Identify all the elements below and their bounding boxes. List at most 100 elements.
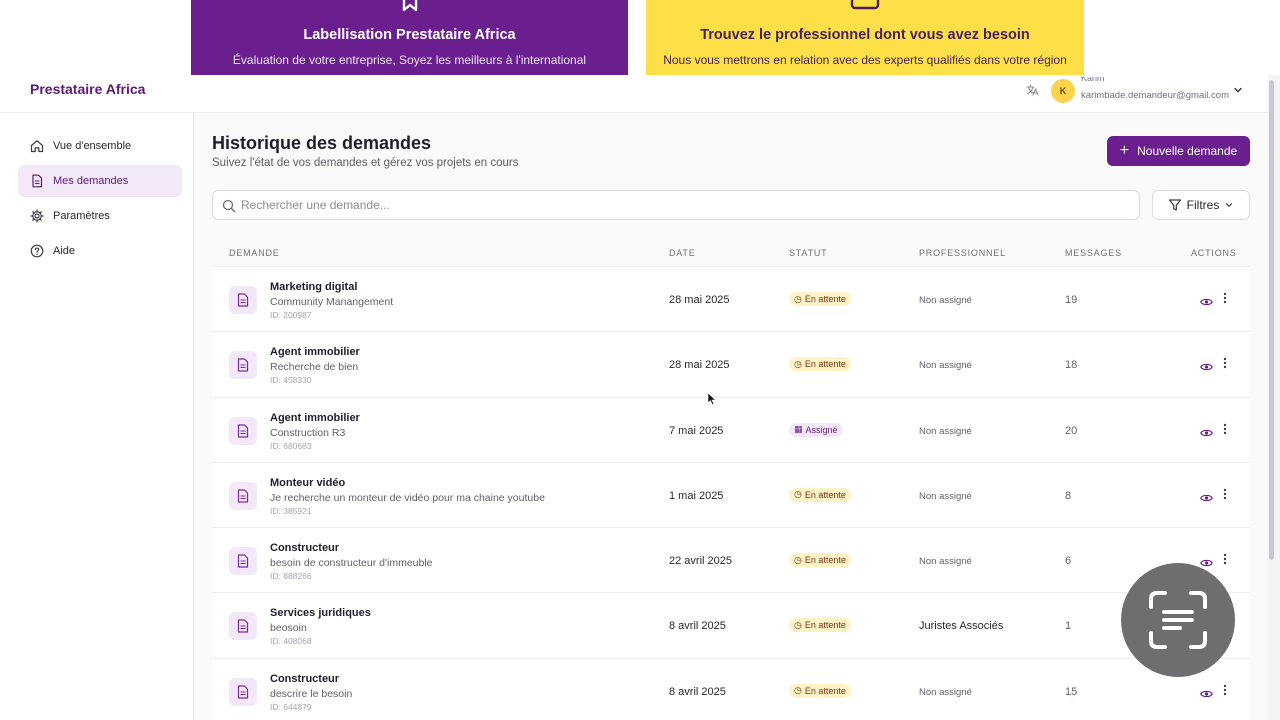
request-description: Je recherche un monteur de vidéo pour ma…	[270, 491, 545, 504]
gear-icon	[30, 209, 44, 223]
request-id: ID: 200987	[270, 310, 312, 320]
request-date: 22 avril 2025	[669, 555, 732, 568]
scan-text-button[interactable]	[1121, 563, 1235, 677]
request-date: 7 mai 2025	[669, 424, 724, 437]
sidebar-item-requests[interactable]: Mes demandes	[18, 165, 182, 197]
professional-name: Non assigné	[919, 686, 972, 698]
more-options-icon[interactable]	[1223, 356, 1227, 374]
view-icon[interactable]	[1200, 686, 1213, 704]
request-id: ID: 680683	[270, 440, 312, 451]
labellisation-banner[interactable]: Labellisation Prestataire Africa Évaluat…	[191, 0, 628, 75]
clock-icon: ◷	[794, 358, 802, 369]
request-id: ID: 888266	[270, 571, 312, 582]
column-header: Statut	[789, 248, 828, 258]
main-content: Historique des demandes Suivez l'état de…	[194, 113, 1268, 720]
user-check-icon: ▦	[794, 424, 803, 435]
request-title[interactable]: Constructeur	[270, 542, 339, 554]
request-title[interactable]: Agent immobilier	[270, 346, 360, 358]
message-count: 19	[1065, 294, 1078, 306]
message-count: 1	[1065, 620, 1072, 633]
sidebar-item-help[interactable]: Aide	[18, 235, 182, 267]
request-date: 28 mai 2025	[669, 294, 730, 306]
request-date: 1 mai 2025	[669, 489, 724, 502]
mouse-cursor-icon	[707, 392, 717, 405]
new-request-button[interactable]: + Nouvelle demande	[1107, 136, 1250, 166]
request-id: ID: 458330	[270, 375, 312, 386]
translate-icon[interactable]	[1024, 82, 1040, 103]
request-date: 28 mai 2025	[669, 359, 730, 372]
request-description: Recherche de bien	[270, 361, 359, 374]
help-icon	[30, 244, 44, 258]
more-options-icon[interactable]	[1223, 487, 1227, 505]
table-row[interactable]: Services juridiques beosoin ID: 408068 8 av…	[212, 593, 1250, 659]
banner-title: Labellisation Prestataire Africa	[303, 27, 516, 43]
document-icon	[229, 677, 257, 706]
status-badge: ◷ En attente	[789, 292, 851, 306]
app-header: Prestataire Africa K Karim karimbade.dem…	[0, 75, 1268, 113]
table-row[interactable]: Agent immobilier Construction R3 ID: 68068…	[212, 397, 1250, 463]
view-icon[interactable]	[1200, 294, 1213, 312]
status-label: En attente	[804, 294, 846, 304]
banner-title: Trouvez le professionnel dont vous avez …	[700, 27, 1030, 43]
more-options-icon[interactable]	[1223, 683, 1227, 701]
status-label: En attente	[804, 359, 846, 370]
table-row[interactable]: Monteur vidéo Je recherche un monteur de …	[212, 462, 1250, 529]
scrollbar-thumb[interactable]	[1269, 80, 1274, 560]
table-row[interactable]: Agent immobilier Recherche de bien ID: 458…	[212, 332, 1250, 398]
new-request-label: Nouvelle demande	[1137, 144, 1238, 158]
professional-name: Non assigné	[919, 490, 972, 502]
more-options-icon[interactable]	[1223, 291, 1227, 309]
clock-icon: ◷	[794, 293, 802, 304]
document-icon	[229, 547, 257, 576]
request-title[interactable]: Monteur vidéo	[270, 477, 345, 489]
table-row[interactable]: Constructeur besoin de constructeur d'imm…	[212, 528, 1250, 594]
briefcase-icon	[850, 0, 880, 17]
more-options-icon[interactable]	[1223, 422, 1227, 440]
find-professional-banner[interactable]: Trouvez le professionnel dont vous avez …	[646, 0, 1084, 75]
status-badge: ◷ En attente	[789, 618, 851, 633]
more-options-icon[interactable]	[1223, 552, 1227, 570]
professional-name: Non assigné	[919, 425, 972, 437]
sidebar-item-label: Paramètres	[53, 210, 110, 222]
request-title[interactable]: Marketing digital	[270, 281, 357, 293]
request-description: besoin de constructeur d'immeuble	[270, 557, 433, 570]
request-id: ID: 408068	[270, 636, 312, 647]
sidebar-item-settings[interactable]: Paramètres	[18, 200, 182, 232]
column-header: Messages	[1065, 248, 1122, 258]
brand-logo[interactable]: Prestataire Africa	[30, 81, 145, 97]
avatar[interactable]: K	[1051, 79, 1075, 103]
message-count: 18	[1065, 359, 1078, 372]
message-count: 8	[1065, 489, 1072, 502]
request-title[interactable]: Agent immobilier	[270, 412, 360, 424]
search-input[interactable]	[241, 195, 1121, 215]
sidebar-item-overview[interactable]: Vue d'ensemble	[18, 130, 182, 162]
sidebar-item-label: Aide	[53, 245, 76, 257]
request-description: beosoin	[270, 622, 307, 635]
request-date: 8 avril 2025	[669, 685, 726, 698]
user-email: karimbade.demandeur@gmail.com	[1081, 90, 1229, 101]
table-row[interactable]: Marketing digital Community Manangement ID…	[212, 267, 1250, 333]
request-description: Community Manangement	[270, 296, 394, 308]
page-subtitle: Suivez l'état de vos demandes et gérez v…	[212, 157, 519, 169]
sidebar: Vue d'ensemble Mes demandes Paramètres A…	[0, 113, 194, 720]
filter-button[interactable]: Filtres	[1152, 190, 1250, 220]
chevron-down-icon[interactable]	[1232, 83, 1244, 101]
request-title[interactable]: Services juridiques	[270, 607, 371, 619]
chevron-down-icon	[1226, 203, 1233, 208]
request-id: ID: 644879	[270, 701, 312, 712]
clock-icon: ◷	[794, 619, 802, 630]
table-row[interactable]: Constructeur descrire le besoin ID: 644879…	[212, 658, 1250, 720]
professional-name: Non assigné	[919, 360, 972, 372]
view-icon[interactable]	[1200, 359, 1213, 377]
request-id: ID: 385921	[270, 505, 312, 516]
request-title[interactable]: Constructeur	[270, 673, 339, 685]
clock-icon: ◷	[794, 685, 802, 696]
document-icon	[32, 174, 43, 188]
view-icon[interactable]	[1200, 425, 1213, 443]
filter-icon	[1168, 199, 1181, 211]
status-badge: ◷ En attente	[789, 487, 851, 502]
filter-label: Filtres	[1186, 198, 1220, 212]
home-icon	[30, 140, 44, 153]
professional-name: Juristes Associés	[919, 620, 1004, 633]
view-icon[interactable]	[1200, 490, 1213, 508]
